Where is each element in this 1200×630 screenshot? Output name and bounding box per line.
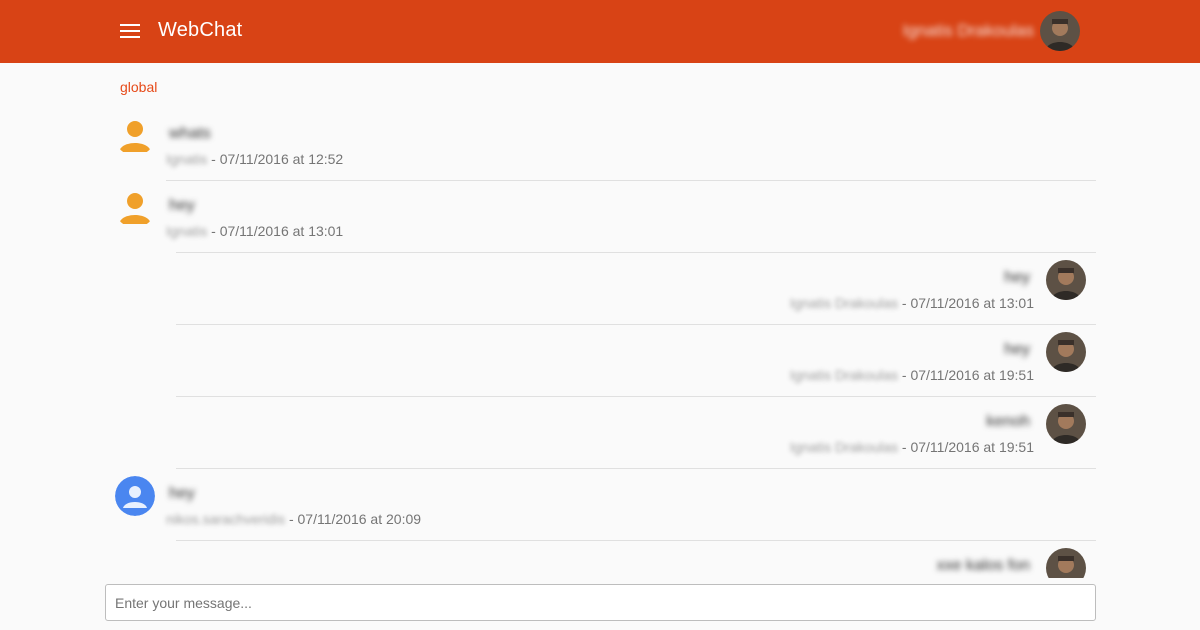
google-user-icon — [115, 476, 155, 516]
message-text: whats — [169, 125, 211, 142]
message-timestamp: 07/11/2016 at 13:01 — [910, 295, 1034, 311]
message-row: xxe kalos fon — [0, 540, 1200, 578]
message-timestamp: 07/11/2016 at 19:51 — [910, 367, 1034, 383]
message-timestamp: 07/11/2016 at 13:01 — [219, 223, 344, 239]
message-author: Ignatis Drakoulas — [789, 367, 899, 383]
message-text: hey — [1004, 269, 1030, 286]
message-text: xxe kalos fon — [936, 557, 1030, 574]
message-row: kenoh Ignatis Drakoulas - 07/11/2016 at 1… — [0, 396, 1200, 469]
message-row: hey Ignatis Drakoulas - 07/11/2016 at 19:… — [0, 324, 1200, 397]
app-bar: WebChat Ignatis Drakoulas — [0, 0, 1200, 63]
user-avatar — [1046, 548, 1086, 578]
user-avatar[interactable] — [1040, 11, 1080, 51]
app-title: WebChat — [158, 19, 243, 41]
default-user-icon — [115, 116, 155, 156]
message-meta: Ignatis Drakoulas - 07/11/2016 at 19:51 — [790, 367, 1034, 383]
message-meta: nikos.sarachveridis - 07/11/2016 at 20:0… — [166, 511, 421, 527]
message-text: kenoh — [986, 413, 1030, 430]
user-avatar — [1046, 332, 1086, 372]
default-user-icon — [115, 188, 155, 228]
user-name: Ignatis Drakoulas — [902, 21, 1034, 40]
message-text: hey — [169, 485, 195, 502]
meta-separator: - — [898, 367, 911, 383]
message-composer — [105, 584, 1096, 621]
message-row: whats Ignatis - 07/11/2016 at 12:52 — [0, 108, 1200, 181]
message-author: Ignatis — [166, 151, 208, 167]
message-meta: Ignatis - 07/11/2016 at 13:01 — [166, 223, 343, 239]
message-timestamp: 07/11/2016 at 12:52 — [219, 151, 344, 167]
message-timestamp: 07/11/2016 at 19:51 — [910, 439, 1034, 455]
message-text: hey — [1004, 341, 1030, 358]
meta-separator: - — [898, 439, 911, 455]
message-timestamp: 07/11/2016 at 20:09 — [297, 511, 422, 527]
message-meta: Ignatis - 07/11/2016 at 12:52 — [166, 151, 343, 167]
message-meta: Ignatis Drakoulas - 07/11/2016 at 19:51 — [790, 439, 1034, 455]
message-row: hey nikos.sarachveridis - 07/11/2016 at 2… — [0, 468, 1200, 541]
message-author: Ignatis — [166, 223, 208, 239]
meta-separator: - — [207, 151, 220, 167]
message-input[interactable] — [106, 585, 1095, 620]
meta-separator: - — [285, 511, 298, 527]
menu-icon[interactable] — [120, 20, 144, 42]
message-list: whats Ignatis - 07/11/2016 at 12:52 hey Ign… — [0, 108, 1200, 578]
message-row: hey Ignatis Drakoulas - 07/11/2016 at 13:… — [0, 252, 1200, 325]
user-avatar — [1046, 260, 1086, 300]
message-text: hey — [169, 197, 195, 214]
meta-separator: - — [898, 295, 911, 311]
message-row: hey Ignatis - 07/11/2016 at 13:01 — [0, 180, 1200, 253]
user-avatar — [1046, 404, 1086, 444]
message-author: nikos.sarachveridis — [166, 511, 286, 527]
message-meta: Ignatis Drakoulas - 07/11/2016 at 13:01 — [790, 295, 1034, 311]
message-author: Ignatis Drakoulas — [789, 295, 899, 311]
meta-separator: - — [207, 223, 220, 239]
channel-link[interactable]: global — [120, 79, 157, 95]
message-author: Ignatis Drakoulas — [789, 439, 899, 455]
